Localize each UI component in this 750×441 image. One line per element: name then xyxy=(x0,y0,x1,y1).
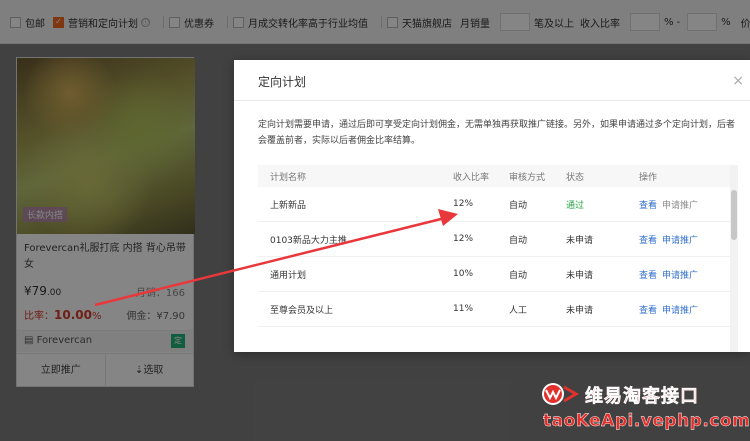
plan-review: 自动 xyxy=(509,270,528,281)
table-row: 至尊会员及以上 11% 人工 未申请 查看 申请推广 xyxy=(258,292,730,327)
close-icon[interactable]: × xyxy=(732,73,744,89)
watermark-title: 维易淘客接口 xyxy=(585,386,699,408)
brand-logo-icon xyxy=(542,383,579,405)
plan-name: 0103新品大力主推 xyxy=(270,235,347,246)
table-row: 上新新品 12% 自动 通过 查看 申请推广 xyxy=(258,187,730,222)
plan-review: 自动 xyxy=(509,235,528,246)
plan-name: 上新新品 xyxy=(270,200,307,211)
table-row: 通用计划 10% 自动 未申请 查看 申请推广 xyxy=(258,257,730,292)
plan-name: 通用计划 xyxy=(270,270,307,281)
watermark: 维易淘客接口 taoKeApi.vephp.com xyxy=(540,381,750,436)
header-review-method: 审核方式 xyxy=(509,172,546,183)
apply-link[interactable]: 申请推广 xyxy=(662,201,698,211)
view-link[interactable]: 查看 xyxy=(639,306,657,316)
table-row: 0103新品大力主推 12% 自动 未申请 查看 申请推广 xyxy=(258,222,730,257)
watermark-url: taoKeApi.vephp.com xyxy=(543,411,750,431)
scrollbar-thumb[interactable] xyxy=(731,190,737,240)
targeted-plan-modal: 定向计划 × 定向计划需要申请，通过后即可享受定向计划佣金，无需单独再获取推广链… xyxy=(234,60,750,352)
plan-name: 至尊会员及以上 xyxy=(270,305,334,316)
table-header: 计划名称 收入比率 审核方式 状态 操作 xyxy=(258,165,730,187)
plan-status: 未申请 xyxy=(566,305,594,316)
plan-status: 未申请 xyxy=(566,270,594,281)
plan-status: 未申请 xyxy=(566,235,594,246)
apply-link[interactable]: 申请推广 xyxy=(662,306,698,316)
modal-description: 定向计划需要申请，通过后即可享受定向计划佣金，无需单独再获取推广链接。另外，如果… xyxy=(258,120,736,146)
apply-link[interactable]: 申请推广 xyxy=(662,236,698,246)
header-income-rate: 收入比率 xyxy=(453,172,490,183)
plan-table: 计划名称 收入比率 审核方式 状态 操作 上新新品 12% 自动 通过 查看 申请… xyxy=(258,165,730,327)
plan-rate: 12% xyxy=(453,234,474,244)
plan-status: 通过 xyxy=(566,200,585,211)
plan-rate: 10% xyxy=(453,269,474,279)
plan-rate: 11% xyxy=(453,304,474,314)
view-link[interactable]: 查看 xyxy=(639,201,657,211)
modal-title: 定向计划 xyxy=(234,60,750,101)
header-actions: 操作 xyxy=(639,172,658,183)
header-plan-name: 计划名称 xyxy=(270,172,307,183)
view-link[interactable]: 查看 xyxy=(639,271,657,281)
plan-review: 人工 xyxy=(509,305,528,316)
plan-rate: 12% xyxy=(453,199,474,209)
apply-link[interactable]: 申请推广 xyxy=(662,271,698,281)
plan-review: 自动 xyxy=(509,200,528,211)
view-link[interactable]: 查看 xyxy=(639,236,657,246)
header-status: 状态 xyxy=(566,172,585,183)
